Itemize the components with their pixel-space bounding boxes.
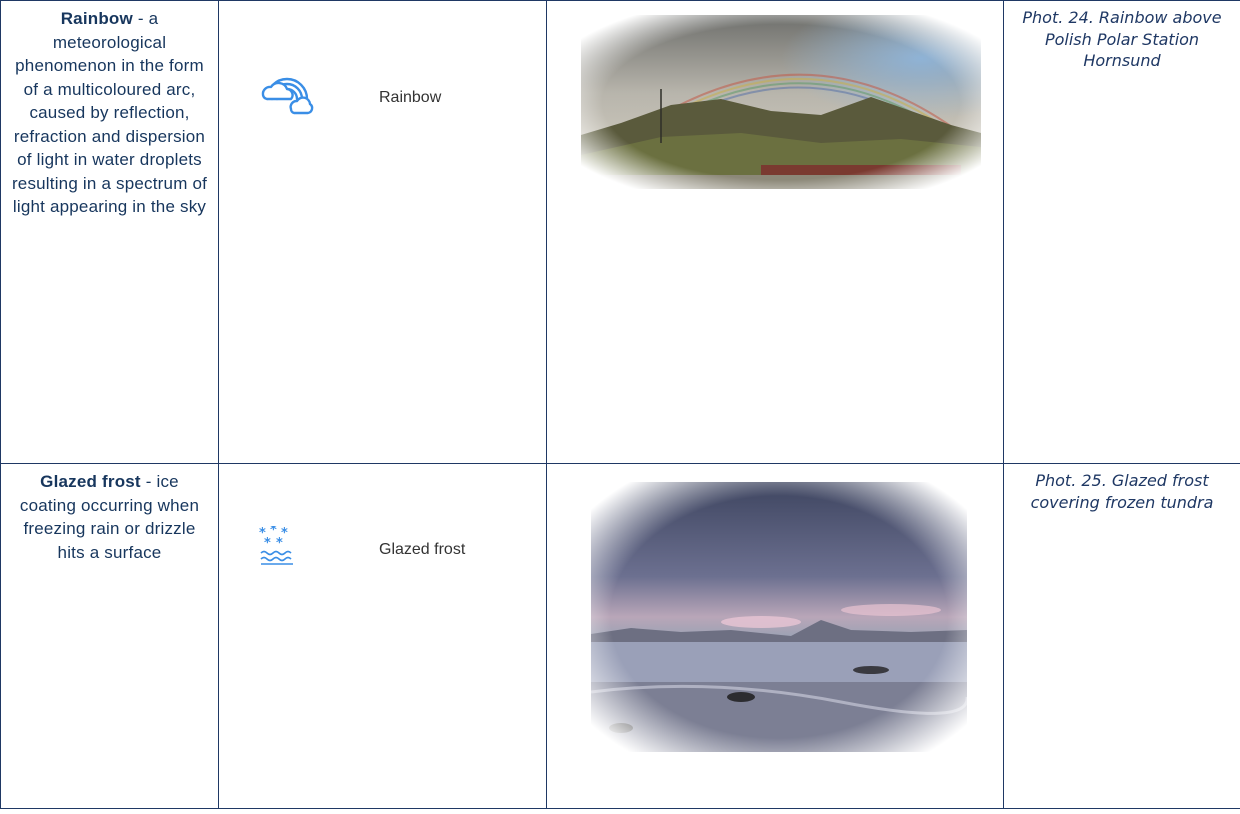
photo-cell xyxy=(546,463,1004,809)
phenomenon-definition: - a meteorological phenomenon in the for… xyxy=(11,9,208,216)
rainbow-cloud-icon xyxy=(259,69,315,122)
symbol-label: Glazed frost xyxy=(379,541,466,558)
table-row: Glazed frost - ice coating occurring whe… xyxy=(0,463,1240,809)
glazed-frost-icon: * * * * * xyxy=(259,523,299,573)
phenomena-table: Rainbow - a meteorological phenomenon in… xyxy=(0,0,1240,809)
caption-cell: Phot. 24. Rainbow above Polish Polar Sta… xyxy=(1003,0,1240,464)
phenomenon-term: Rainbow xyxy=(60,9,133,28)
rainbow-photo xyxy=(581,15,981,189)
symbol-label: Rainbow xyxy=(379,89,442,106)
symbol-cell: * * * * * Glazed frost xyxy=(218,463,547,809)
description-cell: Rainbow - a meteorological phenomenon in… xyxy=(0,0,219,464)
photo-cell xyxy=(546,0,1004,464)
description-cell: Glazed frost - ice coating occurring whe… xyxy=(0,463,219,809)
caption-cell: Phot. 25. Glazed frost covering frozen t… xyxy=(1003,463,1240,809)
phenomenon-description: Glazed frost - ice coating occurring whe… xyxy=(1,464,218,564)
table-row: Rainbow - a meteorological phenomenon in… xyxy=(0,0,1240,464)
glazed-frost-photo xyxy=(591,482,967,752)
photo-caption: Phot. 24. Rainbow above Polish Polar Sta… xyxy=(1022,8,1222,70)
photo-caption: Phot. 25. Glazed frost covering frozen t… xyxy=(1030,471,1214,512)
symbol-cell: Rainbow xyxy=(218,0,547,464)
phenomenon-term: Glazed frost xyxy=(40,472,141,491)
svg-text:*: * xyxy=(264,536,271,551)
phenomenon-description: Rainbow - a meteorological phenomenon in… xyxy=(1,1,218,219)
svg-text:*: * xyxy=(276,536,283,551)
